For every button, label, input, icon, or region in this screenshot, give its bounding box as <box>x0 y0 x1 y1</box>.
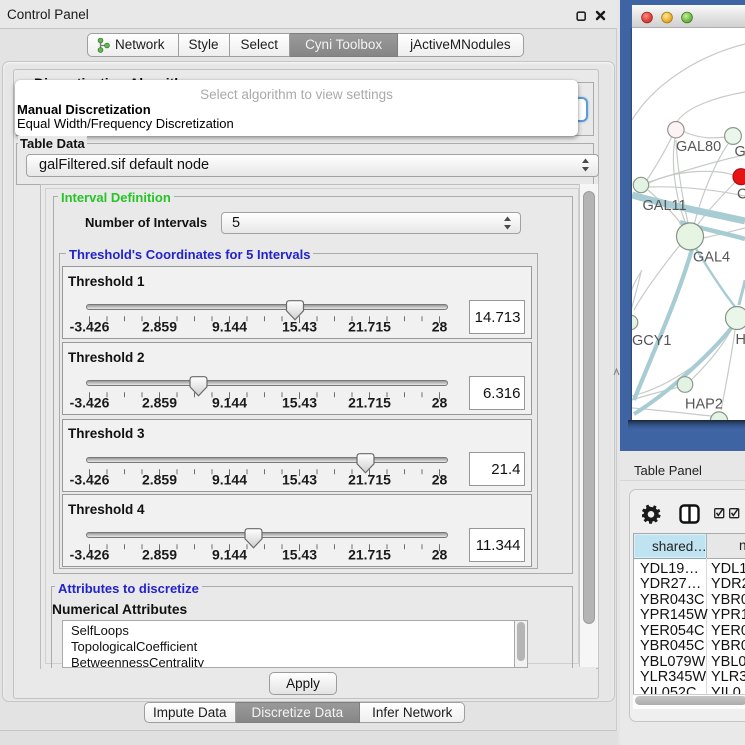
svg-text:9.144: 9.144 <box>212 547 247 563</box>
svg-text:-3.426: -3.426 <box>70 471 110 487</box>
svg-text:15.43: 15.43 <box>282 471 317 487</box>
svg-text:21.715: 21.715 <box>348 547 391 563</box>
svg-text:15.43: 15.43 <box>282 547 317 563</box>
svg-text:2.859: 2.859 <box>142 471 177 487</box>
svg-text:2.859: 2.859 <box>142 547 177 563</box>
svg-text:9.144: 9.144 <box>212 319 247 335</box>
svg-text:21.715: 21.715 <box>348 395 391 411</box>
svg-text:-3.426: -3.426 <box>70 395 110 411</box>
svg-text:21.715: 21.715 <box>348 319 391 335</box>
svg-text:9.144: 9.144 <box>212 395 247 411</box>
svg-text:15.43: 15.43 <box>282 395 317 411</box>
svg-text:CYC: CYC <box>737 187 745 203</box>
svg-text:-3.426: -3.426 <box>70 547 110 563</box>
svg-text:15.43: 15.43 <box>282 319 317 335</box>
svg-text:28: 28 <box>432 319 448 335</box>
svg-text:HAP2: HAP2 <box>685 397 723 413</box>
svg-text:2.859: 2.859 <box>142 395 177 411</box>
svg-text:28: 28 <box>432 395 448 411</box>
svg-text:28: 28 <box>432 471 448 487</box>
svg-text:-3.426: -3.426 <box>70 319 110 335</box>
svg-text:HIS: HIS <box>736 332 745 348</box>
svg-text:GAL4: GAL4 <box>693 250 730 266</box>
svg-text:GAL80: GAL80 <box>676 139 721 155</box>
svg-text:GCY1: GCY1 <box>632 333 672 349</box>
svg-text:2.859: 2.859 <box>142 319 177 335</box>
svg-text:21.715: 21.715 <box>348 471 391 487</box>
svg-text:GAL7: GAL7 <box>735 144 745 160</box>
svg-text:28: 28 <box>432 547 448 563</box>
svg-text:9.144: 9.144 <box>212 471 247 487</box>
svg-text:GAL11: GAL11 <box>643 198 687 214</box>
